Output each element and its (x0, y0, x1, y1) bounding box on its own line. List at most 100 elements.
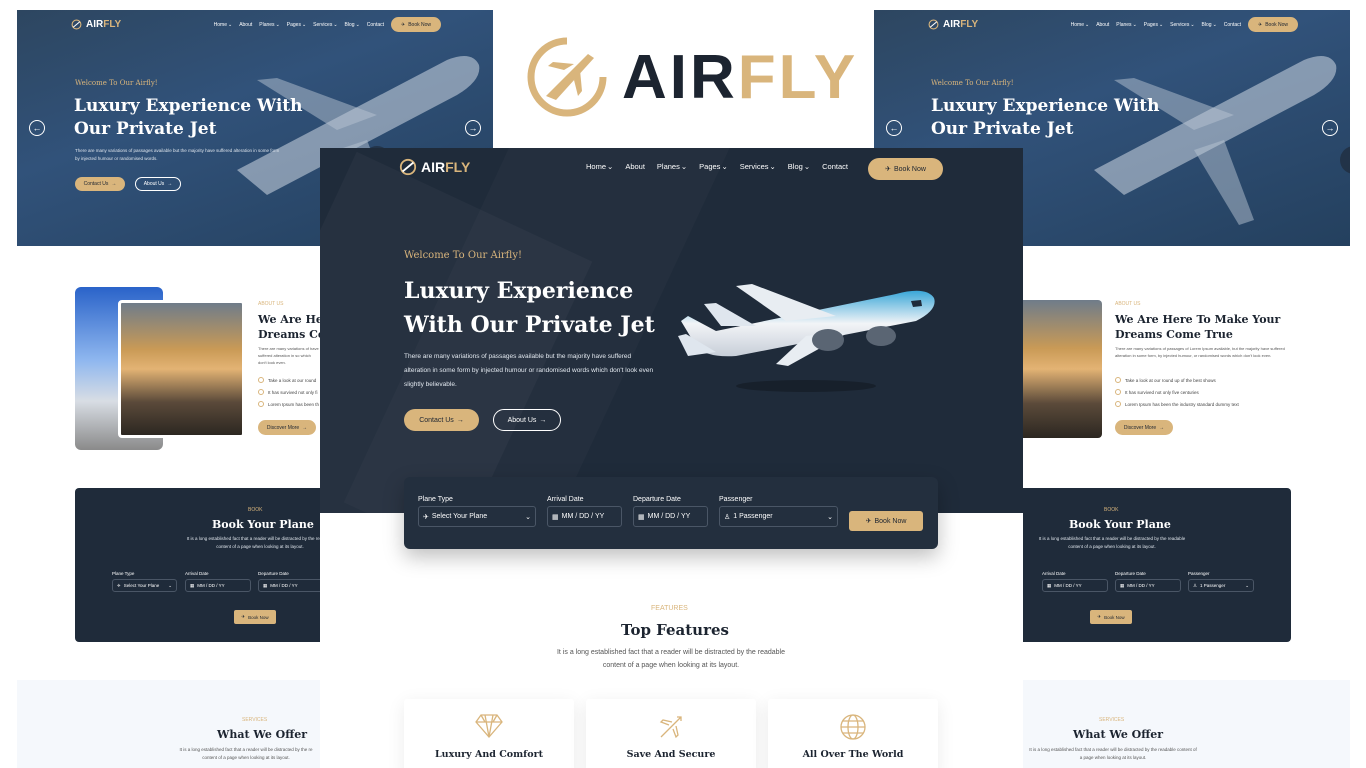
hero-title: Luxury Experience With Our Private Jet (931, 96, 1160, 139)
features-title: Top Features (621, 621, 729, 639)
chevron-down-icon: ⌄ (525, 513, 531, 521)
about-kicker: ABOUT US (258, 301, 284, 307)
calendar-icon: ▦ (190, 582, 195, 588)
departure-date-label: Departure Date (1115, 571, 1146, 576)
nav-pages[interactable]: Pages ⌄ (1144, 22, 1163, 28)
feature-card[interactable]: Save And Secure (586, 699, 756, 768)
nav-planes[interactable]: Planes ⌄ (1116, 22, 1137, 28)
departure-date-label: Departure Date (258, 571, 289, 576)
services-body: It is a long established fact that a rea… (1029, 747, 1197, 760)
arrival-date-label: Arrival Date (547, 496, 584, 503)
book-now-submit[interactable]: ✈ Book Now (1090, 610, 1132, 624)
nav-home[interactable]: Home ⌄ (586, 162, 613, 171)
nav-blog[interactable]: Blog ⌄ (788, 162, 810, 171)
passenger-label: Passenger (719, 496, 753, 503)
brand-logo[interactable]: AIRFLY (928, 19, 978, 30)
departure-date-input[interactable]: ▦ MM / DD / YY (633, 506, 708, 527)
arrow-right-icon: → (1159, 424, 1165, 431)
slider-next-button[interactable]: → (1322, 120, 1338, 136)
about-us-button[interactable]: About Us → (135, 177, 181, 191)
arrow-right-icon: → (539, 416, 547, 424)
departure-date-input[interactable]: ▦ MM / DD / YY (1115, 579, 1181, 592)
nav-blog[interactable]: Blog ⌄ (345, 22, 360, 28)
brand-logo[interactable]: AIRFLY (71, 19, 121, 30)
feature-card[interactable]: Luxury And Comfort (404, 699, 574, 768)
ticket-icon: ✈ (241, 614, 246, 619)
contact-us-button[interactable]: Contact Us → (404, 409, 479, 431)
feature-card[interactable]: All Over The World (768, 699, 938, 768)
passenger-select[interactable]: ♙ 1 Passenger ⌄ (719, 506, 838, 527)
book-now-submit[interactable]: ✈ Book Now (849, 511, 923, 531)
nav-home[interactable]: Home ⌄ (1071, 22, 1090, 28)
plane-logo-icon (71, 19, 82, 30)
discover-more-button[interactable]: Discover More → (1115, 420, 1173, 435)
nav-services[interactable]: Services ⌄ (1170, 22, 1194, 28)
main-page: AIRFLY Home ⌄ About Planes ⌄ Pages ⌄ Servic… (320, 148, 1023, 768)
nav-blog[interactable]: Blog ⌄ (1202, 22, 1217, 28)
passenger-select[interactable]: ♙ 1 Passenger ⌄ (1188, 579, 1254, 592)
chevron-down-icon: ⌄ (1084, 21, 1090, 28)
booking-form: Plane Type ✈ Select Your Plane ⌄ Arrival D… (404, 477, 938, 549)
book-now-button[interactable]: ✈ Book Now (868, 158, 943, 180)
checklist-item: Lorem Ipsum has been the industry standa… (1115, 401, 1295, 407)
arrival-date-input[interactable]: ▦ MM / DD / YY (1042, 579, 1108, 592)
chevron-down-icon: ⌄ (803, 162, 811, 171)
nav-contact[interactable]: Contact (822, 162, 848, 171)
slider-prev-button[interactable]: ← (886, 120, 902, 136)
plane-type-select[interactable]: ✈ Select Your Plane ⌄ (418, 506, 536, 527)
book-now-button[interactable]: ✈ Book Now (1248, 17, 1298, 32)
features-body: It is a long established fact that a rea… (556, 649, 786, 669)
plane-icon: ✈ (423, 513, 429, 521)
ticket-icon: ✈ (1258, 21, 1263, 28)
chevron-down-icon: ⌄ (827, 513, 833, 521)
slider-next-button[interactable]: → (465, 120, 481, 136)
calendar-icon: ▦ (552, 513, 559, 521)
discover-more-button[interactable]: Discover More → (258, 420, 316, 435)
nav-services[interactable]: Services ⌄ (740, 162, 776, 171)
brand-logo[interactable]: AIRFLY (399, 158, 470, 176)
nav-contact[interactable]: Contact (1224, 22, 1241, 28)
nav-pages[interactable]: Pages ⌄ (699, 162, 728, 171)
chevron-down-icon: ⌄ (1212, 21, 1217, 28)
nav-about[interactable]: About (625, 162, 645, 171)
plane-logo-icon (527, 37, 607, 117)
nav-about[interactable]: About (239, 22, 252, 28)
book-title: Book Your Plane (212, 518, 314, 531)
arrival-date-input[interactable]: ▦ MM / DD / YY (547, 506, 622, 527)
ticket-icon: ✈ (865, 518, 872, 525)
about-body: There are many variations of have suffer… (258, 346, 319, 365)
nav-contact[interactable]: Contact (367, 22, 384, 28)
nav-home[interactable]: Home ⌄ (214, 22, 233, 28)
plane-type-label: Plane Type (112, 571, 135, 576)
arrow-right-icon: → (1325, 123, 1335, 133)
nav-services[interactable]: Services ⌄ (313, 22, 337, 28)
hero-section: AIRFLY Home ⌄ About Planes ⌄ Pages ⌄ Servic… (320, 148, 1023, 513)
contact-us-button[interactable]: Contact Us → (75, 177, 125, 191)
check-circle-icon (258, 401, 264, 407)
plane-logo-icon (928, 19, 939, 30)
chevron-down-icon: ⌄ (721, 162, 728, 171)
checklist-item: Take a look at our round up of the best … (1115, 377, 1295, 383)
book-title: Book Your Plane (1069, 518, 1171, 531)
arrow-right-icon: → (468, 123, 478, 133)
services-kicker: SERVICES (242, 717, 268, 723)
about-us-button[interactable]: About Us → (493, 409, 561, 431)
slider-prev-button[interactable]: ← (29, 120, 45, 136)
nav-planes[interactable]: Planes ⌄ (259, 22, 280, 28)
hero-kicker: Welcome To Our Airfly! (931, 79, 1014, 87)
departure-date-input[interactable]: ▦ MM / DD / YY (258, 579, 324, 592)
plane-logo-icon (399, 158, 417, 176)
feature-title: All Over The World (802, 749, 904, 760)
nav-about[interactable]: About (1096, 22, 1109, 28)
arrow-right-icon: → (456, 416, 464, 424)
arrow-left-icon: ← (32, 123, 42, 133)
checklist-item: Take a look at our round (258, 377, 320, 383)
ticket-icon: ✈ (401, 21, 406, 28)
book-now-submit[interactable]: ✈ Book Now (234, 610, 276, 624)
book-now-button[interactable]: ✈ Book Now (391, 17, 441, 32)
arrival-date-input[interactable]: ▦ MM / DD / YY (185, 579, 251, 592)
nav-pages[interactable]: Pages ⌄ (287, 22, 306, 28)
check-circle-icon (258, 377, 264, 383)
plane-type-select[interactable]: ✈ Select Your Plane ⌄ (112, 579, 177, 592)
nav-planes[interactable]: Planes ⌄ (657, 162, 687, 171)
